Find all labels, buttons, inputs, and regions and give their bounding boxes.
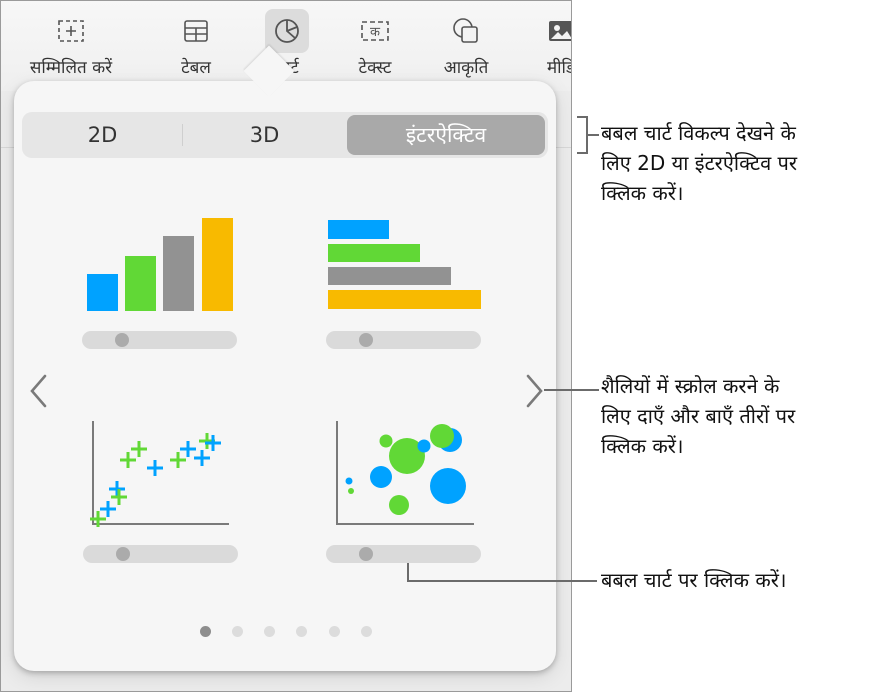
toolbar-media-button[interactable]: मीडि <box>516 9 571 78</box>
blue-scatter-marker <box>109 481 125 497</box>
column-style-slider[interactable] <box>82 331 237 349</box>
toolbar-text-button[interactable]: क टेक्स्ट <box>330 9 420 78</box>
chart-style-bubble[interactable] <box>326 416 486 566</box>
page-dot-1[interactable] <box>200 626 211 637</box>
bubble-style-slider[interactable] <box>326 545 481 563</box>
chart-icon <box>265 9 309 53</box>
green-bubble <box>379 434 393 448</box>
shape-icon <box>444 9 488 53</box>
chart-type-segmented-control: 2D 3D इंटरऐक्टिव <box>22 112 548 158</box>
bar-style-slider[interactable] <box>326 331 481 349</box>
callout-leader-1 <box>587 134 599 136</box>
slider-knob[interactable] <box>115 333 129 347</box>
slider-knob[interactable] <box>116 547 130 561</box>
bar-blue <box>328 220 389 239</box>
column-chart-preview <box>87 218 233 311</box>
callout-line: बबल चार्ट विकल्प देखने के <box>601 121 796 145</box>
media-icon <box>539 9 571 53</box>
callout-leader-3 <box>407 580 597 582</box>
blue-bubble <box>430 468 466 504</box>
table-icon <box>174 9 218 53</box>
callout-leader-3-vertical <box>407 563 409 581</box>
slider-knob[interactable] <box>359 333 373 347</box>
blue-bubble <box>417 439 431 453</box>
green-bubble <box>348 488 354 494</box>
callout-segment-hint: बबल चार्ट विकल्प देखने के लिए 2D या इंटर… <box>601 118 797 208</box>
page-dot-5[interactable] <box>329 626 340 637</box>
insert-icon <box>49 9 93 53</box>
toolbar-shape-label: आकृति <box>443 58 489 78</box>
blue-scatter-marker <box>194 450 210 466</box>
next-styles-button[interactable] <box>523 373 547 413</box>
chart-style-column[interactable] <box>81 211 241 351</box>
toolbar-table-label: टेबल <box>181 58 211 78</box>
chevron-left-icon <box>30 374 47 408</box>
toolbar-shape-button[interactable]: आकृति <box>421 9 511 78</box>
callout-line: लिए 2D या इंटरऐक्टिव पर <box>601 151 798 175</box>
chart-popover <box>14 81 556 671</box>
tab-3d[interactable]: 3D <box>187 115 342 155</box>
bar-yellow <box>328 290 481 309</box>
toolbar-insert-label: सम्मिलित करें <box>29 58 113 78</box>
tab-interactive[interactable]: इंटरऐक्टिव <box>347 115 545 155</box>
slider-knob[interactable] <box>359 547 373 561</box>
chevron-right-icon <box>526 374 543 408</box>
green-scatter-marker <box>111 489 127 505</box>
svg-text:क: क <box>370 25 381 40</box>
green-scatter-marker <box>120 452 136 468</box>
callout-line: बबल चार्ट पर क्लिक करें। <box>601 568 787 592</box>
toolbar-insert-button[interactable]: सम्मिलित करें <box>26 9 116 78</box>
blue-bubble <box>345 477 353 485</box>
callout-line: क्लिक करें। <box>601 181 684 205</box>
green-scatter-marker <box>131 441 147 457</box>
previous-styles-button[interactable] <box>27 373 51 413</box>
callout-line: शैलियों में स्क्रोल करने के <box>601 374 780 398</box>
page-dot-4[interactable] <box>296 626 307 637</box>
scatter-chart-preview <box>90 421 229 527</box>
callout-bubble-hint: बबल चार्ट पर क्लिक करें। <box>601 565 786 595</box>
bar-gray <box>328 267 451 285</box>
chart-style-scatter[interactable] <box>81 416 241 566</box>
page-dot-3[interactable] <box>264 626 275 637</box>
callout-bracket-bottom <box>577 152 587 154</box>
text-icon: क <box>353 9 397 53</box>
page-dot-2[interactable] <box>232 626 243 637</box>
toolbar-media-label: मीडि <box>546 58 571 78</box>
callout-leader-2 <box>544 389 599 391</box>
column-bar-gray <box>163 236 194 311</box>
chart-style-bar[interactable] <box>323 211 483 351</box>
green-bubble <box>389 495 409 515</box>
green-bubble <box>430 424 454 448</box>
column-bar-green <box>125 256 156 311</box>
callout-line: क्लिक करें। <box>601 434 684 458</box>
toolbar-text-label: टेक्स्ट <box>358 58 392 78</box>
scatter-style-slider[interactable] <box>83 545 238 563</box>
bar-chart-preview <box>328 220 481 309</box>
tab-2d[interactable]: 2D <box>25 115 180 155</box>
callout-arrows-hint: शैलियों में स्क्रोल करने के लिए दाएँ और … <box>601 371 795 461</box>
green-scatter-marker <box>170 452 186 468</box>
blue-scatter-marker <box>180 441 196 457</box>
toolbar-table-button[interactable]: टेबल <box>151 9 241 78</box>
app-window: सम्मिलित करें टेबल चार्ट क टेक्स्ट आकृति <box>0 0 572 692</box>
blue-scatter-marker <box>100 501 116 517</box>
bar-green <box>328 244 420 262</box>
blue-scatter-marker <box>147 460 163 476</box>
column-bar-blue <box>87 274 118 311</box>
blue-bubble <box>370 466 392 488</box>
page-dot-6[interactable] <box>361 626 372 637</box>
callout-line: लिए दाएँ और बाएँ तीरों पर <box>601 404 796 428</box>
bubble-chart-preview <box>336 421 474 525</box>
segment-divider <box>182 124 183 146</box>
column-bar-yellow <box>202 218 233 311</box>
